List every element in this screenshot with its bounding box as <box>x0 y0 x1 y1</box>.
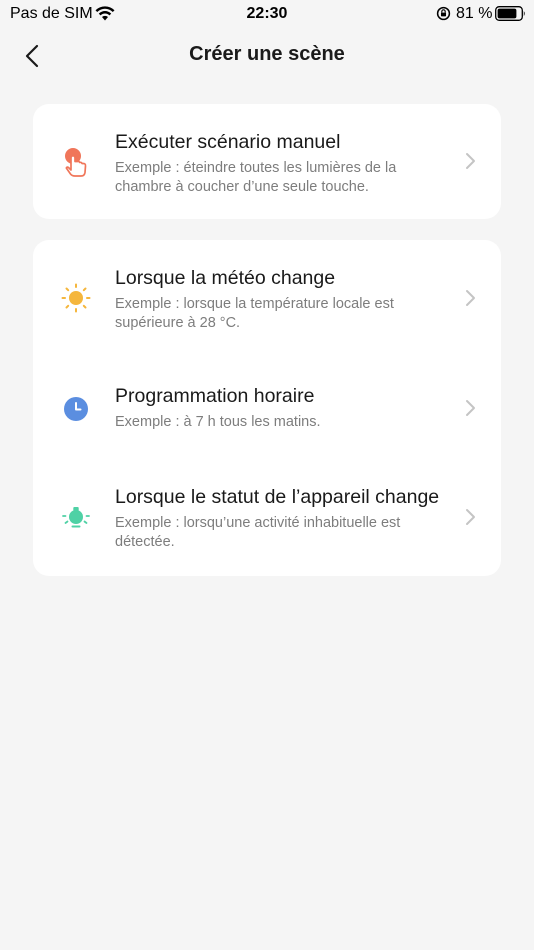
navigation-bar: Créer une scène <box>0 30 534 80</box>
manual-scene-description: Exemple : éteindre toutes les lumières d… <box>115 160 397 195</box>
device-status-option[interactable]: Lorsque le statut de l’appareil change E… <box>33 458 501 576</box>
clock-time: 22:30 <box>246 5 288 22</box>
create-scene-screen: Pas de SIM 22:30 81 % Créer une scène Ex… <box>0 0 534 950</box>
schedule-description: Exemple : à 7 h tous les matins. <box>115 414 321 430</box>
tap-icon <box>65 148 87 177</box>
manual-scene-title: Exécuter scénario manuel <box>115 131 341 153</box>
device-status-description: Exemple : lorsqu’une activité inhabituel… <box>115 515 401 550</box>
schedule-title: Programmation horaire <box>115 385 315 407</box>
page-title: Créer une scène <box>189 43 345 65</box>
clock-icon <box>64 397 88 421</box>
battery-icon <box>495 6 525 21</box>
weather-change-description: Exemple : lorsque la température locale … <box>115 296 394 331</box>
orientation-lock-icon <box>436 6 451 21</box>
automation-conditions-card: Lorsque la météo change Exemple : lorsqu… <box>33 240 501 576</box>
battery-percent: 81 % <box>456 5 493 22</box>
device-status-title: Lorsque le statut de l’appareil change <box>115 486 440 508</box>
schedule-option[interactable]: Programmation horaire Exemple : à 7 h to… <box>33 358 501 458</box>
manual-scene-option[interactable]: Exécuter scénario manuel Exemple : étein… <box>33 104 501 219</box>
weather-change-title: Lorsque la météo change <box>115 267 336 289</box>
chevron-right-icon <box>466 509 475 525</box>
status-bar: Pas de SIM 22:30 81 % <box>0 0 534 28</box>
chevron-right-icon <box>466 153 475 169</box>
weather-change-option[interactable]: Lorsque la météo change Exemple : lorsqu… <box>33 240 501 358</box>
chevron-right-icon <box>466 400 475 416</box>
device-icon <box>62 507 90 528</box>
manual-scene-card: Exécuter scénario manuel Exemple : étein… <box>33 104 501 219</box>
chevron-right-icon <box>466 290 475 306</box>
sun-icon <box>61 283 91 313</box>
